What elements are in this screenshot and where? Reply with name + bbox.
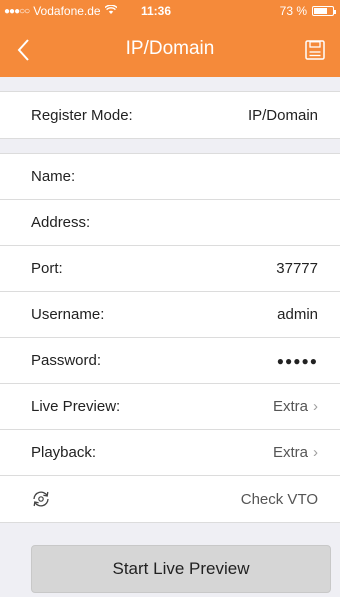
battery-icon — [312, 6, 336, 16]
device-fields-group: Name: Address: Port: 37777 Username: adm… — [0, 153, 340, 523]
address-label: Address: — [31, 214, 91, 231]
start-live-preview-wrap: Start Live Preview — [31, 545, 331, 593]
address-row[interactable]: Address: — [0, 200, 340, 246]
page-title: IP/Domain — [125, 38, 215, 59]
password-label: Password: — [31, 352, 102, 369]
carrier-name: Vodafone.de — [33, 4, 101, 18]
password-input[interactable]: ●●●●● — [277, 354, 318, 368]
check-vto-label[interactable]: Check VTO — [241, 491, 318, 508]
live-preview-selector[interactable]: Extra › — [273, 398, 318, 415]
playback-row[interactable]: Playback: Extra › — [0, 430, 340, 476]
check-vto-row[interactable]: Check VTO — [0, 476, 340, 522]
start-live-preview-button[interactable]: Start Live Preview — [31, 545, 331, 593]
port-row[interactable]: Port: 37777 — [0, 246, 340, 292]
register-mode-row[interactable]: Register Mode: IP/Domain — [0, 92, 340, 138]
refresh-cycle-icon — [31, 489, 51, 509]
register-mode-value: IP/Domain — [247, 106, 318, 124]
signal-strength: ●●●○○ — [4, 5, 30, 17]
chevron-right-icon: › — [313, 444, 318, 461]
playback-selector[interactable]: Extra › — [273, 444, 318, 461]
chevron-right-icon: › — [313, 398, 318, 415]
battery-percentage: 73 % — [279, 4, 307, 18]
floppy-disk-icon — [305, 40, 325, 60]
wifi-icon — [104, 3, 118, 18]
username-label: Username: — [31, 306, 105, 323]
live-preview-label: Live Preview: — [31, 398, 121, 415]
password-row[interactable]: Password: ●●●●● — [0, 338, 340, 384]
live-preview-row[interactable]: Live Preview: Extra › — [0, 384, 340, 430]
username-row[interactable]: Username: admin — [0, 292, 340, 338]
port-label: Port: — [31, 260, 63, 277]
register-mode-group: Register Mode: IP/Domain — [0, 91, 340, 139]
playback-value: Extra — [272, 444, 308, 461]
status-left: ●●●○○ Vodafone.de — [4, 3, 118, 18]
battery-level-fill — [314, 8, 328, 14]
name-row[interactable]: Name: — [0, 154, 340, 200]
status-right: 73 % — [279, 4, 336, 18]
playback-label: Playback: — [31, 444, 97, 461]
app-header: ●●●○○ Vodafone.de 11:36 73 % IP/Domain — [0, 0, 340, 77]
save-button[interactable] — [304, 39, 326, 61]
port-input[interactable]: 37777 — [276, 260, 318, 277]
register-mode-label: Register Mode: — [31, 106, 133, 124]
live-preview-value: Extra — [272, 398, 308, 415]
name-label: Name: — [31, 168, 76, 185]
status-bar: ●●●○○ Vodafone.de 11:36 73 % — [0, 0, 340, 22]
username-input[interactable]: admin — [277, 306, 318, 323]
status-time: 11:36 — [141, 4, 172, 18]
